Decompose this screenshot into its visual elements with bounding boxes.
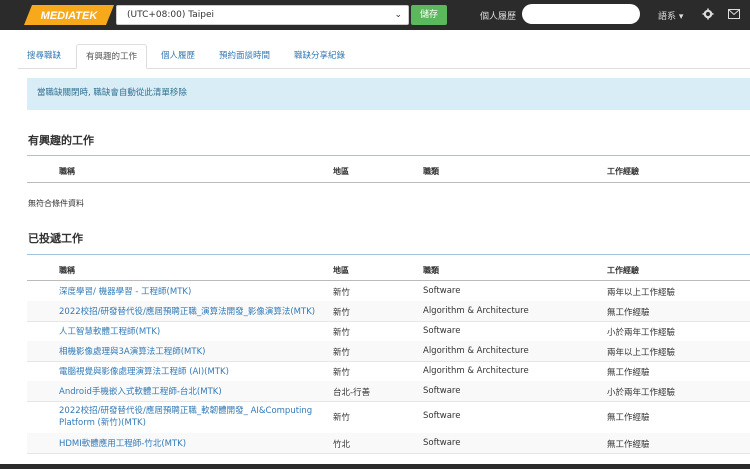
job-category: Software [423,411,461,421]
tab-interview-booking[interactable]: 預約面談時間 [210,44,279,68]
applied-section-title: 已投遞工作 [28,232,83,245]
job-region: 竹北 [333,440,351,450]
job-experience: 無工作經驗 [607,368,650,378]
table-row: 深度學習/ 機器學習 - 工程師(MTK) 新竹 Software 兩年以上工作… [27,281,750,302]
job-region: 新竹 [333,413,351,423]
job-title-link[interactable]: 電腦視覺與影像處理演算法工程師 (AI)(MTK) [59,366,329,378]
bottom-bar [0,464,750,469]
redacted-username [522,4,640,24]
col-header-title: 職稱 [59,266,75,275]
job-category: Algorithm & Architecture [423,366,529,376]
job-region: 新竹 [333,368,351,378]
table-row: 2022校招/研發替代役/應屆預聘正職_演算法開發_影像演算法(MTK) 新竹 … [27,301,750,322]
job-region: 新竹 [333,308,351,318]
job-experience: 兩年以上工作經驗 [607,288,676,298]
job-title-link[interactable]: 2022校招/研發替代役/應屆預聘正職_演算法開發_影像演算法(MTK) [59,306,339,318]
job-title-link[interactable]: HDMI軟體應用工程師-竹北(MTK) [59,438,329,450]
tab-resume[interactable]: 個人履歷 [152,44,204,68]
interested-section-title: 有興趣的工作 [28,134,94,147]
language-dropdown[interactable]: 語系 ▾ [658,9,683,22]
no-data-text: 無符合條件資料 [28,199,84,208]
table-row: 人工智慧軟體工程師(MTK) 新竹 Software 小於兩年工作經驗 [27,321,750,342]
tab-bar: 搜尋職缺 有興趣的工作 個人履歷 預約面談時間 職缺分享紀錄 [18,44,750,69]
job-region: 新竹 [333,288,351,298]
job-region: 新竹 [333,348,351,358]
timezone-select[interactable]: (UTC+08:00) Taipei ⌄ [116,5,409,25]
col-header-region: 地區 [333,167,349,176]
gear-icon[interactable] [702,8,714,20]
job-title-link[interactable]: 深度學習/ 機器學習 - 工程師(MTK) [59,286,329,298]
top-nav-bar: MEDIATEK (UTC+08:00) Taipei ⌄ 儲存 個人履歷 語系… [0,0,750,30]
job-category: Software [423,326,461,336]
job-title-link[interactable]: 人工智慧軟體工程師(MTK) [59,326,329,338]
job-title-link[interactable]: 相機影像處理與3A演算法工程師(MTK) [59,346,329,358]
col-header-title: 職稱 [59,167,75,176]
col-header-experience: 工作經驗 [607,266,639,275]
table-row: 2022校招/研發替代役/應屆預聘正職_軟韌體開發_ AI&Computing … [27,401,750,434]
table-row: 相機影像處理與3A演算法工程師(MTK) 新竹 Algorithm & Arch… [27,341,750,362]
job-experience: 無工作經驗 [607,413,650,423]
chevron-down-icon: ⌄ [394,10,402,20]
job-category: Algorithm & Architecture [423,306,529,316]
job-experience: 小於兩年工作經驗 [607,388,676,398]
job-experience: 兩年以上工作經驗 [607,348,676,358]
job-experience: 小於兩年工作經驗 [607,328,676,338]
job-title-link[interactable]: Android手機嵌入式軟體工程師-台北(MTK) [59,386,329,398]
job-experience: 無工作經驗 [607,440,650,450]
mediatek-logo[interactable]: MEDIATEK [24,5,114,25]
job-category: Algorithm & Architecture [423,346,529,356]
logo-text: MEDIATEK [41,10,99,22]
job-region: 新竹 [333,328,351,338]
job-category: Software [423,286,461,296]
col-header-region: 地區 [333,266,349,275]
col-header-category: 職類 [423,167,439,176]
tab-search-jobs[interactable]: 搜尋職缺 [18,44,70,68]
info-alert: 當職缺關閉時, 職缺會自動從此清單移除 [27,78,750,110]
save-button[interactable]: 儲存 [411,5,447,25]
profile-link[interactable]: 個人履歷 [480,9,516,22]
table-row: 電腦視覺與影像處理演算法工程師 (AI)(MTK) 新竹 Algorithm &… [27,361,750,382]
mail-icon[interactable] [728,9,740,19]
job-experience: 無工作經驗 [607,308,650,318]
job-region: 台北-行善 [333,388,371,398]
col-header-category: 職類 [423,266,439,275]
timezone-value: (UTC+08:00) Taipei [127,10,214,20]
section-divider [27,254,750,255]
job-category: Software [423,438,461,448]
table-row: Android手機嵌入式軟體工程師-台北(MTK) 台北-行善 Software… [27,381,750,402]
job-category: Software [423,386,461,396]
table-header-divider [27,182,750,183]
tab-interested-jobs[interactable]: 有興趣的工作 [76,44,148,69]
col-header-experience: 工作經驗 [607,167,639,176]
language-label: 語系 [658,12,677,22]
table-row: HDMI軟體應用工程師-竹北(MTK) 竹北 Software 無工作經驗 [27,433,750,454]
job-title-link[interactable]: 2022校招/研發替代役/應屆預聘正職_軟韌體開發_ AI&Computing … [59,405,327,429]
tab-share-history[interactable]: 職缺分享紀錄 [285,44,354,68]
section-divider [27,155,750,156]
